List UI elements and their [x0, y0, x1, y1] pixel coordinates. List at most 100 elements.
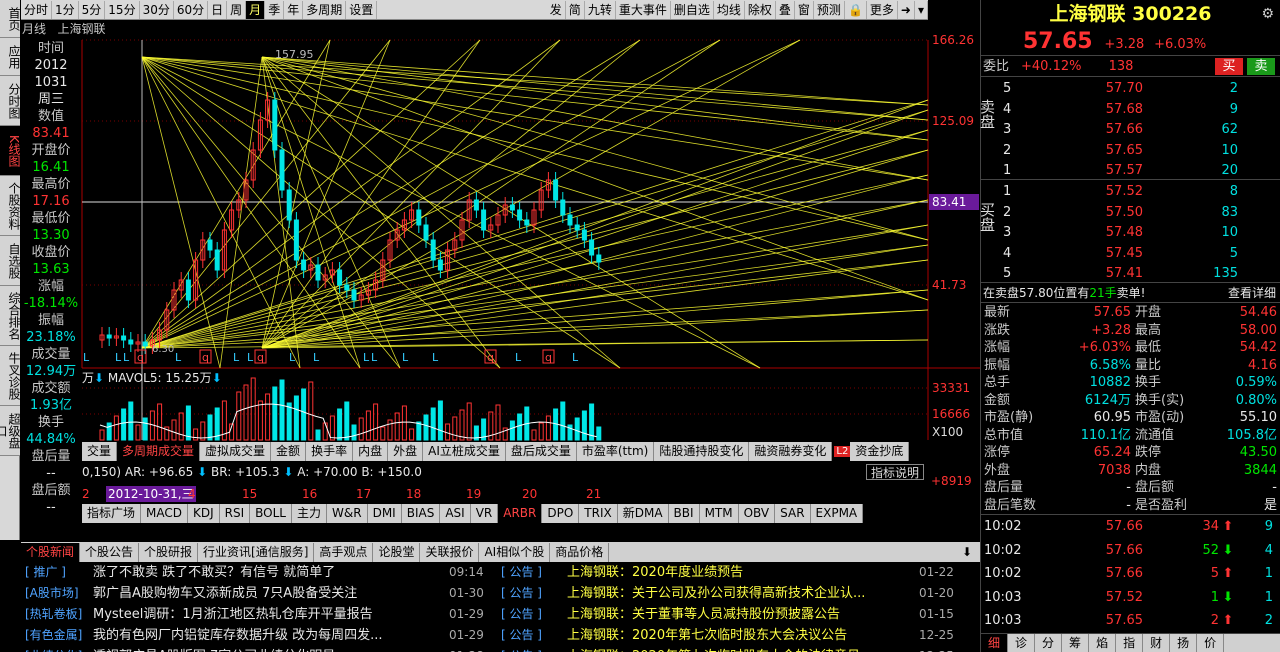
- stat-label: 总手: [984, 375, 1011, 390]
- tick-time: 10:02: [984, 542, 1022, 558]
- indicator-tab2-2[interactable]: KDJ: [188, 503, 220, 523]
- buy-button[interactable]: 买: [1215, 58, 1243, 75]
- news-tab-0[interactable]: 个股新闻: [21, 542, 81, 562]
- book-level[interactable]: 3 57.48 10: [981, 222, 1279, 243]
- indicator-tab-11[interactable]: 融资融券变化: [749, 441, 833, 461]
- volume-bar: [380, 426, 386, 441]
- indicator-tab-4[interactable]: 换手率: [306, 441, 354, 461]
- volume-bar: [545, 415, 551, 441]
- news-title[interactable]: 我的有色网厂内铝锭库存数据升级 改为每周四发...: [93, 625, 449, 646]
- indicator-tab2-10[interactable]: VR: [470, 503, 499, 523]
- quote-tab-8[interactable]: 价: [1197, 634, 1225, 652]
- indicator-tab-9[interactable]: 市盈率(ttm): [576, 441, 655, 461]
- quote-tab-2[interactable]: 分: [1035, 634, 1063, 652]
- news-tag[interactable]: [有色金属]: [21, 625, 93, 646]
- news-title[interactable]: 透视郭广昌A股版图 7家公司业绩分化明显: [93, 646, 449, 652]
- news-tag[interactable]: [业绩分化]: [21, 646, 93, 652]
- notice-tag[interactable]: [ 公告 ]: [501, 625, 567, 646]
- book-level-index: 5: [1003, 266, 1012, 281]
- indicator-tab2-8[interactable]: BIAS: [401, 503, 441, 523]
- quote-tab-0[interactable]: 细: [981, 634, 1009, 652]
- indicator-tab2-17[interactable]: OBV: [738, 503, 776, 523]
- volume-bar: [517, 413, 523, 441]
- notice-title[interactable]: 上海钢联：2020年度业绩预告: [567, 562, 919, 583]
- indicator-tab-6[interactable]: 外盘: [388, 441, 424, 461]
- book-level[interactable]: 1 57.57 20: [981, 160, 1279, 181]
- news-tag[interactable]: [热轧卷板]: [21, 604, 93, 625]
- indicator-tab2-15[interactable]: BBI: [668, 503, 700, 523]
- quote-tab-7[interactable]: 扬: [1170, 634, 1198, 652]
- signal-marker: L: [371, 351, 378, 364]
- news-tab-2[interactable]: 个股研报: [139, 542, 199, 562]
- stat-label: 涨停: [984, 445, 1011, 460]
- quote-tab-5[interactable]: 指: [1116, 634, 1144, 652]
- quote-tab-1[interactable]: 诊: [1008, 634, 1036, 652]
- indicator-tab2-13[interactable]: TRIX: [579, 503, 618, 523]
- notice-tag[interactable]: [ 公告 ]: [501, 646, 567, 652]
- indicator-tab-7[interactable]: AI立桩成交量: [423, 441, 506, 461]
- indicator-tab-0[interactable]: 交量: [82, 441, 118, 461]
- indicator-tab2-18[interactable]: SAR: [775, 503, 811, 523]
- indicator-tab2-5[interactable]: 主力: [292, 503, 328, 523]
- news-title[interactable]: 郭广昌A股购物车又添新成员 7只A股备受关注: [93, 583, 449, 604]
- notice-title[interactable]: 上海钢联：2020年第七次临时股东大会决议公告: [567, 625, 919, 646]
- notice-tag[interactable]: [ 公告 ]: [501, 583, 567, 604]
- news-tab-1[interactable]: 个股公告: [80, 542, 140, 562]
- indicator-tab-3[interactable]: 金额: [271, 441, 307, 461]
- indicator-tab-5[interactable]: 内盘: [353, 441, 389, 461]
- indicator-tab-10[interactable]: 陆股通持股变化: [654, 441, 750, 461]
- candle-body: [337, 269, 343, 286]
- book-level[interactable]: 4 57.45 5: [981, 243, 1279, 264]
- sell-button[interactable]: 卖: [1247, 58, 1275, 75]
- indicator-tab-8[interactable]: 盘后成交量: [505, 441, 577, 461]
- news-title[interactable]: Mysteel调研：1月浙江地区热轧仓库开平量报告: [93, 604, 449, 625]
- indicator-tab-1[interactable]: 多周期成交量: [117, 441, 201, 461]
- indicator-tab-12[interactable]: 资金抄底: [850, 441, 910, 461]
- news-tag[interactable]: [A股市场]: [21, 583, 93, 604]
- book-level[interactable]: 5 57.70 2: [981, 78, 1279, 99]
- indicator-tab2-7[interactable]: DMI: [367, 503, 402, 523]
- book-level[interactable]: 5 57.41 135: [981, 263, 1279, 284]
- settings-icon[interactable]: ⚙: [1261, 0, 1274, 28]
- book-level[interactable]: 2 57.65 10: [981, 140, 1279, 161]
- news-tab-4[interactable]: 高手观点: [314, 542, 374, 562]
- quote-tab-4[interactable]: 焰: [1089, 634, 1117, 652]
- volume-axis-label: 33331: [932, 381, 970, 395]
- ask-book: 卖盘 5 57.70 2 4 57.68 9 3 57.66 62 2 57.65 10 1 57.57 20: [978, 77, 1280, 181]
- book-level[interactable]: 4 57.68 9: [981, 99, 1279, 120]
- news-tab-3[interactable]: 行业资讯[通信服务]: [198, 542, 315, 562]
- notice-tag[interactable]: [ 公告 ]: [501, 604, 567, 625]
- indicator-tab2-9[interactable]: ASI: [440, 503, 471, 523]
- news-tab-8[interactable]: 商品价格: [550, 542, 610, 562]
- indicator-tab2-1[interactable]: MACD: [141, 503, 188, 523]
- quote-tab-3[interactable]: 筹: [1062, 634, 1090, 652]
- indicator-help-button[interactable]: 指标说明: [866, 464, 925, 480]
- notice-tag[interactable]: [ 公告 ]: [501, 562, 567, 583]
- indicator-tab-2[interactable]: 虚拟成交量: [200, 441, 272, 461]
- indicator-tab2-16[interactable]: MTM: [699, 503, 739, 523]
- tick-time: 10:02: [984, 519, 1022, 534]
- notice-title[interactable]: 上海钢联：关于董事等人员减持股份预披露公告: [567, 604, 919, 625]
- indicator-tab2-3[interactable]: RSI: [219, 503, 251, 523]
- indicator-tab2-0[interactable]: 指标广场: [82, 503, 142, 523]
- indicator-tab2-11[interactable]: ARBR: [498, 503, 543, 523]
- news-title[interactable]: 涨了不敢卖 跌了不敢买？有信号 就简单了: [93, 562, 449, 583]
- news-tab-7[interactable]: AI相似个股: [479, 542, 551, 562]
- notice-title[interactable]: 上海钢联：关于公司及孙公司获得高新技术企业认...: [567, 583, 919, 604]
- book-level[interactable]: 1 57.52 8: [981, 181, 1279, 202]
- notice-title[interactable]: 上海钢联：2020年第七次临时股东大会的法律意见...: [567, 646, 919, 652]
- detail-link[interactable]: 查看详细: [1228, 283, 1276, 303]
- indicator-tab2-19[interactable]: EXPMA: [810, 503, 864, 523]
- indicator-tab2-6[interactable]: W&R: [327, 503, 368, 523]
- news-tab-5[interactable]: 论股堂: [373, 542, 421, 562]
- download-icon[interactable]: ⬇: [954, 545, 980, 559]
- indicator-tab2-14[interactable]: 新DMA: [617, 503, 669, 523]
- book-level[interactable]: 3 57.66 62: [981, 119, 1279, 140]
- quote-tab-6[interactable]: 财: [1143, 634, 1171, 652]
- indicator-tab2-4[interactable]: BOLL: [250, 503, 292, 523]
- book-level[interactable]: 2 57.50 83: [981, 202, 1279, 223]
- news-tab-6[interactable]: 关联报价: [420, 542, 480, 562]
- news-tag[interactable]: [ 推广 ]: [21, 562, 93, 583]
- kline-chart[interactable]: 166.26 125.09 83.41 41.73 33331 16666 X100 157.…: [0, 0, 980, 480]
- indicator-tab2-12[interactable]: DPO: [542, 503, 580, 523]
